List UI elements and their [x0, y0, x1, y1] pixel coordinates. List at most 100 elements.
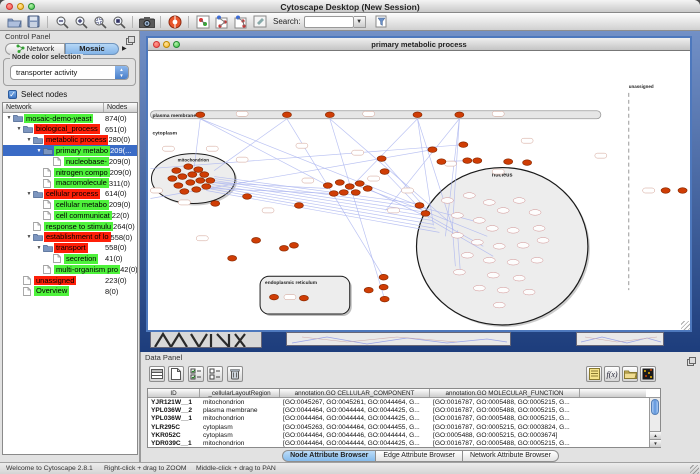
node-label-chip[interactable]: [302, 178, 314, 183]
graph-node[interactable]: [252, 238, 261, 244]
tree-row-unassigned[interactable]: unassigned223(0): [3, 275, 137, 286]
node-label-chip[interactable]: [196, 236, 208, 241]
graph-node[interactable]: [323, 183, 332, 189]
window-titlebar[interactable]: Cytoscape Desktop (New Session): [0, 0, 700, 13]
table-scrollbar[interactable]: ▲ ▼: [649, 398, 660, 447]
graph-node[interactable]: [188, 172, 197, 178]
graph-node[interactable]: [380, 169, 389, 175]
select-nodes-checkbox[interactable]: ✓ Select nodes: [8, 90, 67, 99]
graph-node[interactable]: [186, 180, 195, 186]
nucleus-node-chip[interactable]: [487, 272, 499, 278]
column-header[interactable]: _cellularLayoutRegion: [200, 389, 280, 397]
graph-node[interactable]: [279, 246, 288, 252]
app-resize-grip[interactable]: [690, 465, 699, 474]
node-label-chip[interactable]: [352, 150, 364, 155]
graph-node[interactable]: [455, 112, 464, 118]
select-all-attributes-icon[interactable]: [188, 366, 204, 382]
table-row[interactable]: YPL036W__2plasma membrane[GO:0044464, GO…: [148, 406, 660, 414]
node-label-chip[interactable]: [643, 188, 655, 193]
tree-row-metabolic-process[interactable]: ▼metabolic process280(0): [3, 135, 137, 146]
zoom-in-icon[interactable]: [72, 14, 89, 30]
tree-expander-icon[interactable]: ▼: [35, 148, 43, 154]
node-label-chip[interactable]: [521, 138, 533, 143]
tree-expander-icon[interactable]: ▼: [25, 137, 33, 143]
node-label-chip[interactable]: [402, 188, 414, 193]
graph-node[interactable]: [345, 184, 354, 190]
table-row[interactable]: YLR295Ccytoplasm[GO:0045263, GO:0044464,…: [148, 423, 660, 431]
nucleus-node-chip[interactable]: [493, 244, 505, 250]
tree-expander-icon[interactable]: ▼: [25, 234, 33, 240]
nucleus-node-chip[interactable]: [441, 198, 453, 204]
tree-row-secretion[interactable]: secretion41(0): [3, 253, 137, 264]
graph-node[interactable]: [196, 178, 205, 184]
nucleus-node-chip[interactable]: [497, 287, 509, 293]
nucleus-node-chip[interactable]: [486, 226, 498, 232]
tree-row-multi-organism-pro[interactable]: multi-organism pro42(0): [3, 264, 137, 275]
nucleus-node-chip[interactable]: [473, 285, 485, 291]
nucleus-node-chip[interactable]: [461, 252, 473, 258]
nucleus-node-chip[interactable]: [473, 218, 485, 224]
table-row[interactable]: YPL036W__1mitochondrion[GO:0044464, GO:0…: [148, 415, 660, 423]
tree-expander-icon[interactable]: ▼: [5, 115, 13, 121]
zoom-out-icon[interactable]: [53, 14, 70, 30]
window-resize-grip[interactable]: [681, 321, 690, 330]
node-label-chip[interactable]: [388, 208, 400, 213]
import-attributes-icon[interactable]: [622, 366, 638, 382]
tree-row-nucleobase-[interactable]: nucleobase-209(0): [3, 156, 137, 167]
nucleus-node-chip[interactable]: [483, 200, 495, 206]
background-window-sliver[interactable]: [576, 332, 664, 346]
tree-row-cell-communicat[interactable]: cell communicat22(0): [3, 210, 137, 221]
graph-node[interactable]: [299, 295, 308, 301]
nucleus-node-chip[interactable]: [517, 243, 529, 249]
graph-node[interactable]: [379, 284, 388, 290]
scrollbar-thumb[interactable]: [651, 399, 659, 415]
graph-node[interactable]: [379, 274, 388, 280]
float-data-panel-icon[interactable]: [687, 353, 696, 362]
graph-node[interactable]: [377, 156, 386, 162]
nucleus-node-chip[interactable]: [471, 240, 483, 246]
graph-node[interactable]: [211, 201, 220, 207]
graph-node[interactable]: [363, 186, 372, 192]
attribute-table-header[interactable]: ID_cellularLayoutRegionannotation.GO CEL…: [148, 389, 660, 398]
nucleus-node-chip[interactable]: [451, 233, 463, 239]
network-canvas[interactable]: plasma membranecytoplasmmitochondrionnuc…: [148, 51, 690, 331]
nucleus-node-chip[interactable]: [529, 210, 541, 216]
table-row[interactable]: YJR121W__1mitochondrion[GO:0045267, GO:0…: [148, 398, 660, 406]
graph-node[interactable]: [289, 243, 298, 249]
background-window-sliver[interactable]: [286, 332, 511, 346]
graph-node[interactable]: [172, 168, 181, 174]
search-input[interactable]: [304, 16, 354, 28]
graph-node[interactable]: [339, 190, 348, 196]
graph-node[interactable]: [473, 158, 482, 164]
tab-mosaic[interactable]: Mosaic: [65, 43, 119, 55]
scroll-down-button[interactable]: ▼: [650, 439, 661, 447]
layout-b-icon[interactable]: [232, 14, 249, 30]
tree-row-macromolecule[interactable]: macromolecule311(0): [3, 178, 137, 189]
node-label-chip[interactable]: [178, 200, 190, 205]
node-label-chip[interactable]: [206, 146, 218, 151]
nucleus-node-chip[interactable]: [533, 226, 545, 232]
tree-row-transport[interactable]: ▼transport558(0): [3, 243, 137, 254]
nucleus-node-chip[interactable]: [531, 257, 543, 263]
unselect-all-attributes-icon[interactable]: [207, 366, 223, 382]
tree-row-cellular-metabo[interactable]: cellular metabo209(0): [3, 199, 137, 210]
tree-row-response-to-stimulu[interactable]: response to stimulu264(0): [3, 221, 137, 232]
node-label-chip[interactable]: [150, 188, 162, 193]
table-row[interactable]: YKR052Ccytoplasm[GO:0044464, GO:0044446,…: [148, 431, 660, 439]
nucleus-node-chip[interactable]: [513, 198, 525, 204]
nucleus-node-chip[interactable]: [483, 257, 495, 263]
tab-network-attribute-browser[interactable]: Network Attribute Browser: [463, 450, 559, 462]
network-window[interactable]: primary metabolic process plasma membran…: [146, 36, 692, 332]
layout-a-icon[interactable]: [213, 14, 230, 30]
plasma-membrane-compartment[interactable]: [150, 111, 600, 119]
graph-node[interactable]: [294, 203, 303, 209]
table-row[interactable]: YDR039C__1mitochondrion[GO:0044464, GO:0…: [148, 439, 660, 447]
node-label-chip[interactable]: [368, 176, 380, 181]
graph-node[interactable]: [282, 112, 291, 118]
nucleus-node-chip[interactable]: [451, 213, 463, 219]
graph-node[interactable]: [415, 203, 424, 209]
graph-node[interactable]: [194, 167, 203, 173]
graph-node[interactable]: [428, 147, 437, 153]
graph-node[interactable]: [437, 159, 446, 165]
tree-expander-icon[interactable]: ▼: [25, 191, 33, 197]
